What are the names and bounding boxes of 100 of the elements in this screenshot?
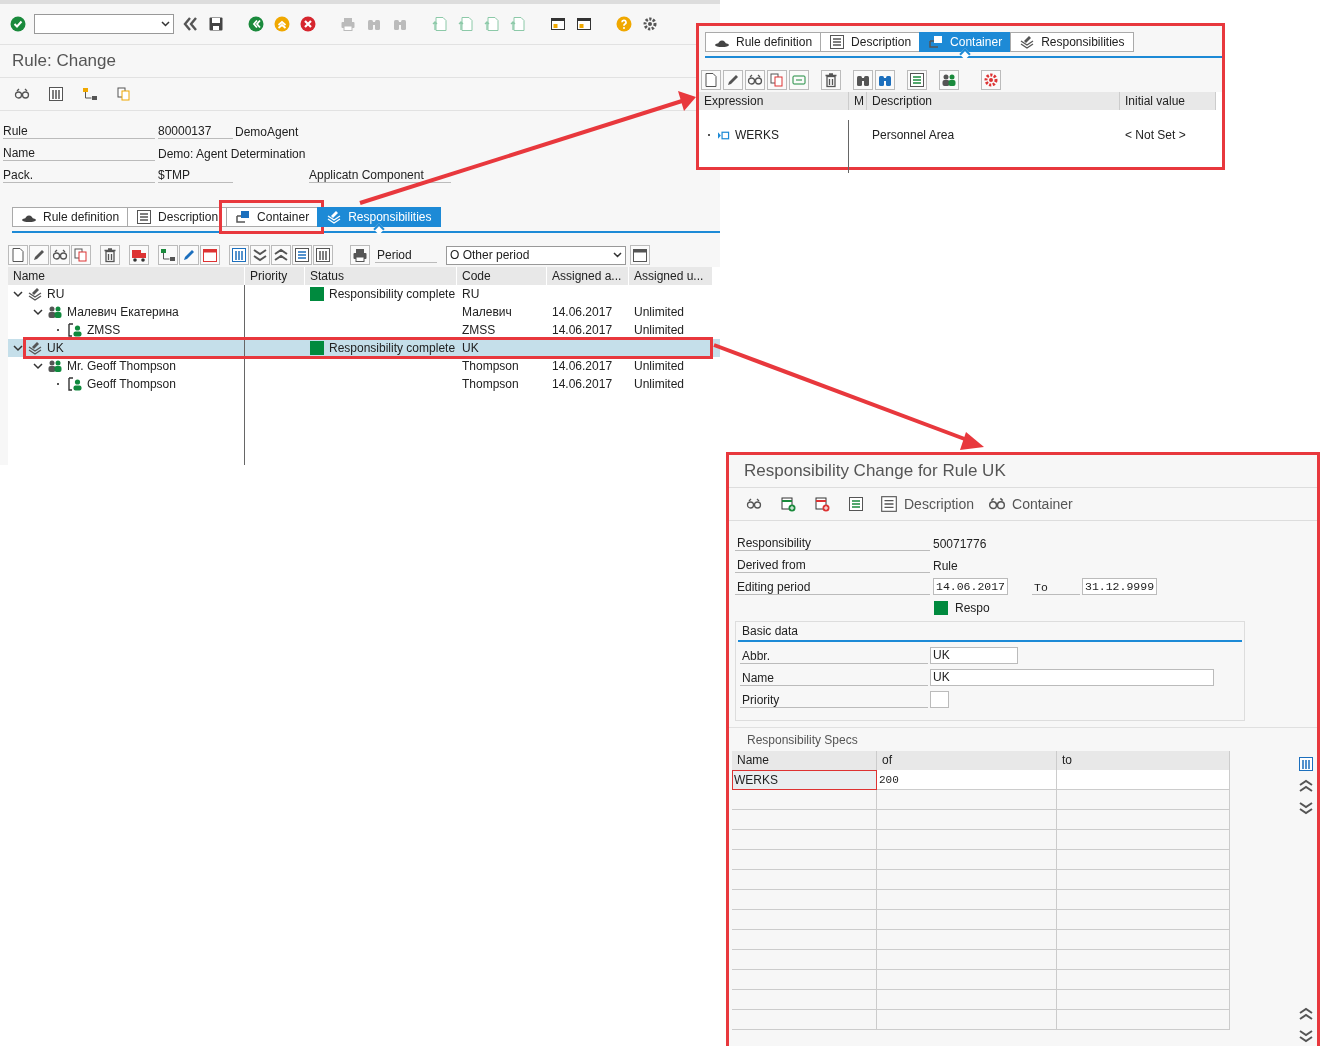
find-button[interactable]: [853, 70, 873, 90]
delete-button[interactable]: [100, 245, 120, 265]
tree-node-label[interactable]: RU: [47, 285, 65, 303]
tree-node-label[interactable]: Малевич Екатерина: [67, 303, 179, 321]
column-settings-button[interactable]: [1296, 754, 1316, 774]
input-field[interactable]: [930, 691, 949, 708]
table-cell[interactable]: [877, 930, 1057, 950]
column-header[interactable]: Assigned a...: [547, 267, 629, 285]
table-cell[interactable]: [732, 990, 877, 1010]
column-header[interactable]: Initial value: [1120, 92, 1216, 110]
expand-all-button[interactable]: [250, 245, 270, 265]
period-dropdown[interactable]: O Other period: [446, 245, 626, 265]
add-row-button[interactable]: [778, 494, 798, 514]
input-field[interactable]: UK: [930, 669, 1214, 686]
column-header[interactable]: Name: [732, 751, 877, 770]
gears-button[interactable]: [981, 70, 1001, 90]
column-header[interactable]: Expression: [699, 92, 849, 110]
new-button[interactable]: [8, 245, 28, 265]
delete-button[interactable]: [821, 70, 841, 90]
tree-node-label[interactable]: ZMSS: [87, 321, 121, 339]
input-field[interactable]: UK: [930, 647, 1018, 664]
table-cell[interactable]: [732, 850, 877, 870]
copy-button[interactable]: [71, 245, 91, 265]
table-cell[interactable]: [877, 1010, 1057, 1030]
tab[interactable]: Responsibilities: [1010, 32, 1134, 52]
table-cell[interactable]: [877, 970, 1057, 990]
tab[interactable]: Description: [820, 32, 920, 52]
column-header[interactable]: Description: [867, 92, 1120, 110]
table-cell[interactable]: WERKS: [732, 770, 877, 790]
toolbar-button[interactable]: Description: [880, 495, 975, 513]
command-field[interactable]: [34, 14, 174, 34]
collapse-all-button[interactable]: [271, 245, 291, 265]
column-header[interactable]: M: [849, 92, 867, 110]
tab[interactable]: Rule definition: [705, 32, 821, 52]
table-cell[interactable]: [1057, 870, 1230, 890]
next-page-button[interactable]: [482, 14, 502, 34]
table-cell[interactable]: [1057, 770, 1230, 790]
table-cell[interactable]: [1057, 930, 1230, 950]
print-button[interactable]: [350, 245, 370, 265]
column-header[interactable]: Priority: [245, 267, 305, 285]
tree-node-label[interactable]: Mr. Geoff Thompson: [67, 357, 176, 375]
tree-node-label[interactable]: UK: [47, 339, 64, 357]
display-button[interactable]: [745, 70, 765, 90]
table-cell[interactable]: [877, 870, 1057, 890]
column-header[interactable]: Name: [8, 267, 245, 285]
table-cell[interactable]: [877, 890, 1057, 910]
chevron-down-icon[interactable]: [13, 289, 23, 299]
column-header[interactable]: Status: [305, 267, 457, 285]
input-field[interactable]: 14.06.2017: [933, 578, 1008, 595]
table-cell[interactable]: [1057, 790, 1230, 810]
table-cell[interactable]: [1057, 910, 1230, 930]
table-cell[interactable]: [877, 990, 1057, 1010]
enter-button[interactable]: [8, 14, 28, 34]
table-cell[interactable]: [1057, 950, 1230, 970]
table-cell[interactable]: [732, 890, 877, 910]
find-next-button[interactable]: [875, 70, 895, 90]
tree-node-label[interactable]: Geoff Thompson: [87, 375, 176, 393]
table-cell[interactable]: [877, 830, 1057, 850]
table-cell[interactable]: [877, 810, 1057, 830]
display-button[interactable]: [50, 245, 70, 265]
edit-button[interactable]: [29, 245, 49, 265]
new-button[interactable]: [701, 70, 721, 90]
tab[interactable]: Description: [127, 207, 227, 227]
person-button[interactable]: [939, 70, 959, 90]
chevron-down-icon[interactable]: [33, 307, 43, 317]
table-cell[interactable]: [732, 950, 877, 970]
edit-button[interactable]: [723, 70, 743, 90]
table-cell[interactable]: [732, 1010, 877, 1030]
truck-button[interactable]: [129, 245, 149, 265]
table-cell[interactable]: [877, 790, 1057, 810]
table-cell[interactable]: [1057, 1010, 1230, 1030]
table-cell[interactable]: [732, 810, 877, 830]
first-page-button[interactable]: [430, 14, 450, 34]
column-header[interactable]: Code: [457, 267, 547, 285]
table-cell[interactable]: [1057, 810, 1230, 830]
input-field[interactable]: 31.12.9999: [1082, 578, 1158, 595]
column-header[interactable]: to: [1057, 751, 1230, 770]
table-cell[interactable]: [1057, 850, 1230, 870]
help-button[interactable]: [614, 14, 634, 34]
table-cell[interactable]: [1057, 970, 1230, 990]
table-cell[interactable]: [732, 790, 877, 810]
copy-button[interactable]: [767, 70, 787, 90]
table-cell[interactable]: [732, 930, 877, 950]
cancel-button[interactable]: [298, 14, 318, 34]
tree-node[interactable]: WERKS: [699, 120, 849, 151]
table-cell[interactable]: [732, 970, 877, 990]
table-cell[interactable]: [1057, 990, 1230, 1010]
previous-page-button[interactable]: [456, 14, 476, 34]
table-cell[interactable]: [1057, 890, 1230, 910]
column-header[interactable]: of: [877, 751, 1057, 770]
table-cell[interactable]: [1057, 830, 1230, 850]
list-button[interactable]: [292, 245, 312, 265]
chevron-down-icon[interactable]: [13, 343, 23, 353]
table-cell[interactable]: [877, 950, 1057, 970]
table-cell[interactable]: [732, 870, 877, 890]
tab[interactable]: Rule definition: [12, 207, 128, 227]
table-cell[interactable]: [732, 830, 877, 850]
chevron-down-icon[interactable]: [33, 361, 43, 371]
table-cell[interactable]: [877, 850, 1057, 870]
grid-settings-button[interactable]: [313, 245, 333, 265]
